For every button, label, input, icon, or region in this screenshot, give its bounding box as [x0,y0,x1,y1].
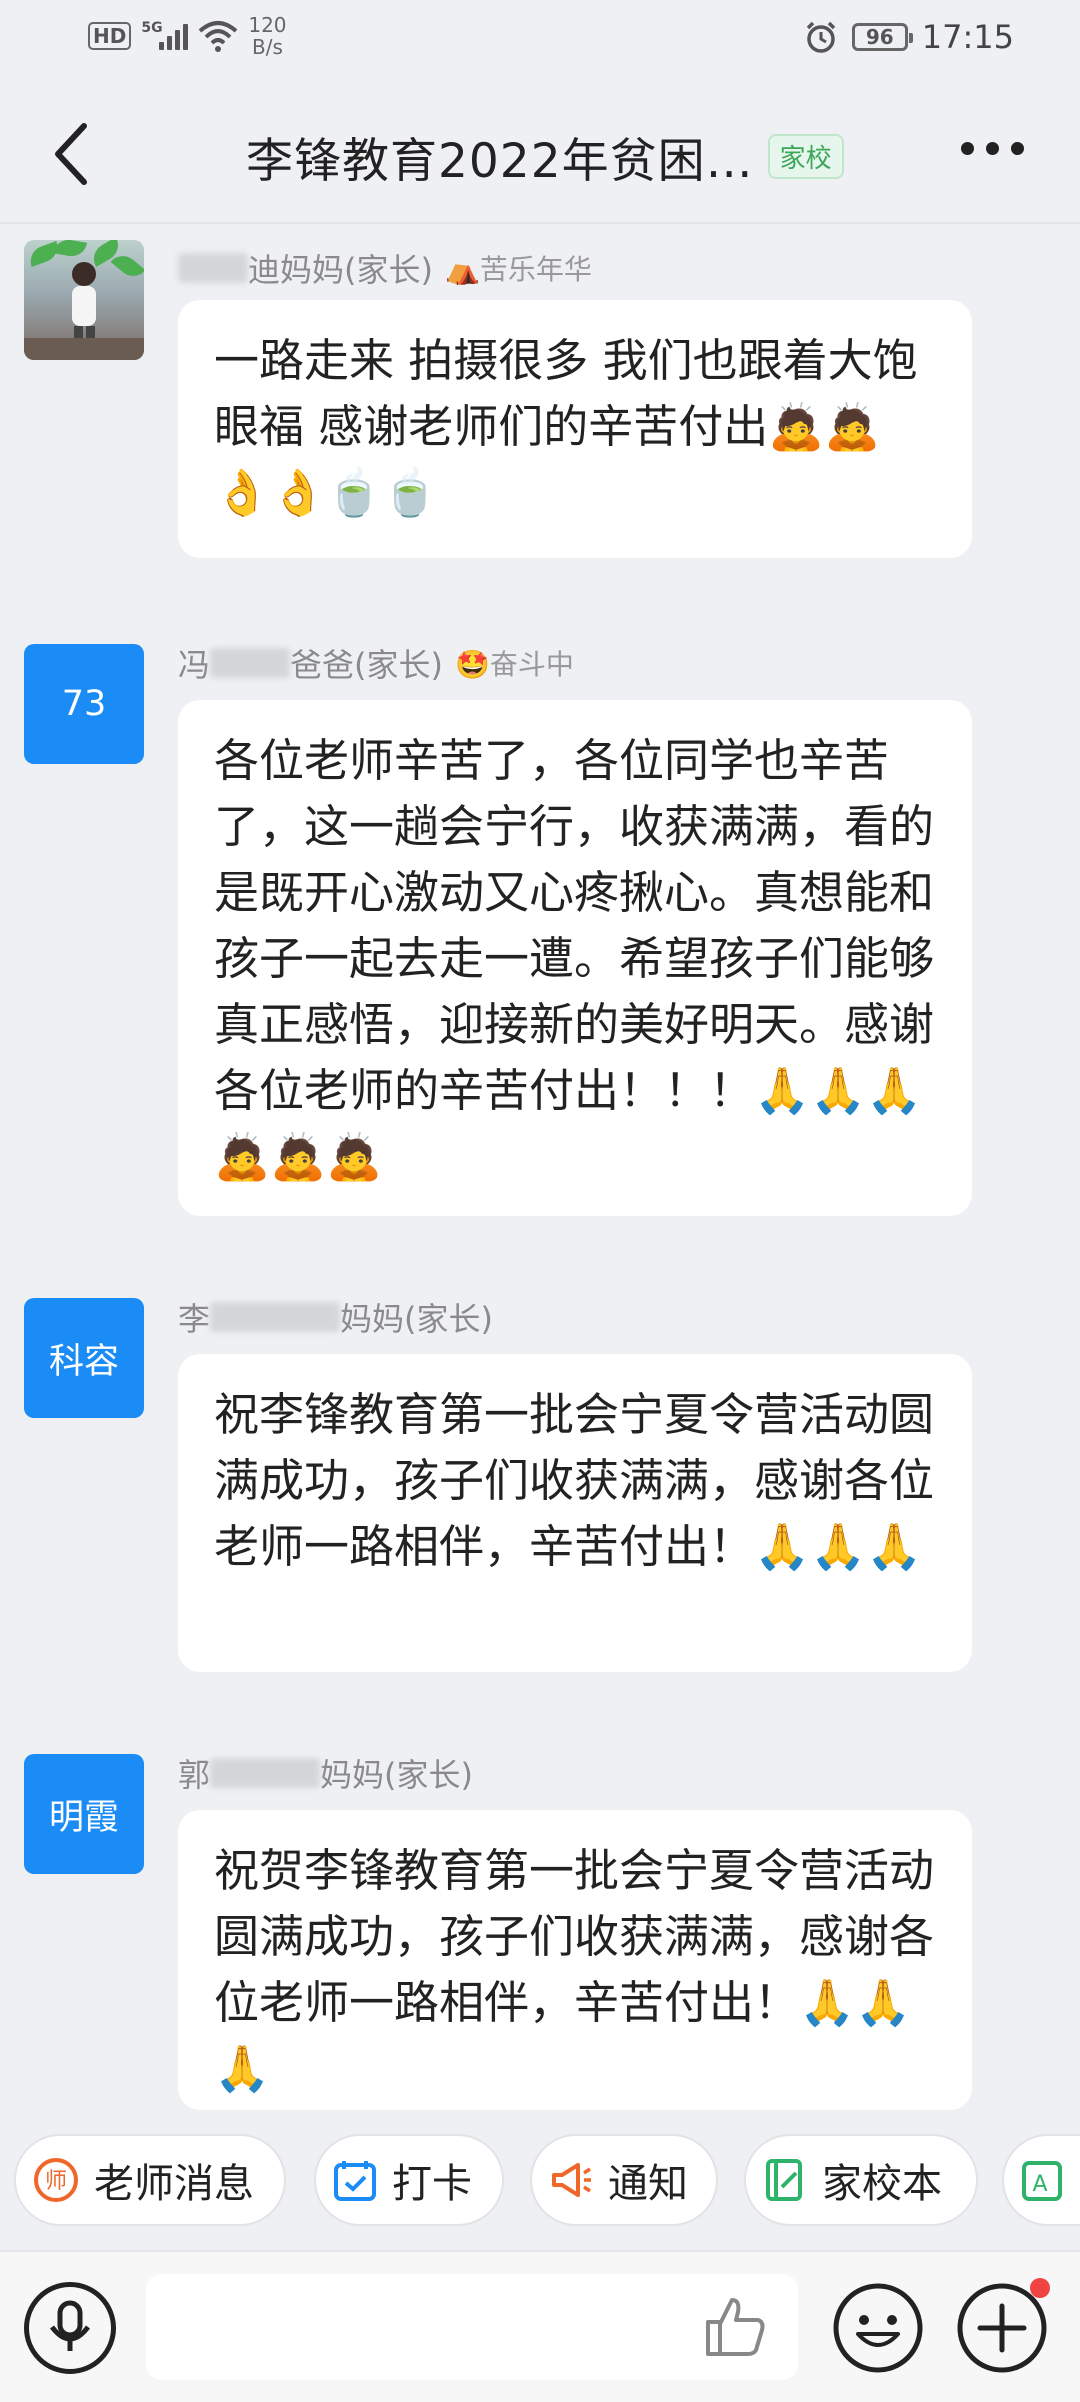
shortcut-more[interactable]: A [1002,2134,1080,2226]
voice-input-button[interactable] [24,2282,116,2374]
back-button[interactable] [44,118,104,190]
more-options-button[interactable] [961,142,1024,155]
wifi-icon [199,21,238,52]
checkin-icon [334,2161,376,2201]
chat-header: 李锋教育2022年贫困… 家校 [0,80,1080,220]
message-bubble[interactable]: 一路走来 拍摄很多 我们也跟着大饱眼福 感谢老师们的辛苦付出🙇🙇👌👌🍵🍵 [178,300,972,558]
member-badge: ⛺苦乐年华 [444,253,592,286]
sender-name: 李 妈妈(家长) [178,1300,493,1338]
notification-dot [1030,2278,1050,2298]
sender-name: 迪妈妈(家长) ⛺苦乐年华 [178,245,592,291]
notebook-icon [766,2159,802,2201]
avatar[interactable] [24,240,144,360]
svg-text:师: 师 [45,2169,67,2194]
avatar[interactable]: 73 [24,644,144,764]
ai-icon: A [1022,2161,1062,2201]
avatar[interactable]: 科容 [24,1298,144,1418]
sender-name: 郭 妈妈(家长) [178,1756,473,1794]
shortcut-notice[interactable]: 通知 [530,2134,718,2226]
shortcut-bar: 师 老师消息 打卡 通知 家校本 A [0,2118,1080,2228]
like-button[interactable] [700,2292,770,2362]
shortcut-home-school-book[interactable]: 家校本 [744,2134,978,2226]
avatar[interactable]: 明霞 [24,1754,144,1874]
megaphone-icon [552,2163,591,2197]
shortcut-checkin[interactable]: 打卡 [314,2134,504,2226]
svg-text:A: A [1032,2172,1047,2197]
battery-indicator: 96 [851,23,913,51]
status-bar: HD 5G 120 B/s 96 17:15 [0,0,1080,80]
header-divider [0,222,1080,224]
member-badge: 🤩奋斗中 [455,648,574,681]
shortcut-teacher-messages[interactable]: 师 老师消息 [14,2134,286,2226]
group-type-tag: 家校 [767,134,844,179]
input-bar [0,2250,1080,2402]
teacher-icon: 师 [34,2158,78,2202]
network-speed: 120 B/s [248,13,287,59]
message-bubble[interactable]: 祝李锋教育第一批会宁夏令营活动圆满成功，孩子们收获满满，感谢各位老师一路相伴，辛… [178,1354,972,1672]
sender-name: 冯 爸爸(家长) 🤩奋斗中 [178,640,574,686]
emoji-button[interactable] [832,2282,924,2374]
hd-indicator: HD [88,22,132,50]
clock: 17:15 [921,18,1014,56]
group-title[interactable]: 李锋教育2022年贫困… [246,122,754,191]
alarm-icon [806,21,836,53]
signal-icon: 5G [141,20,189,50]
message-bubble[interactable]: 祝贺李锋教育第一批会宁夏令营活动圆满成功，孩子们收获满满，感谢各位老师一路相伴，… [178,1810,972,2110]
microphone-icon [50,2300,90,2351]
message-bubble[interactable]: 各位老师辛苦了，各位同学也辛苦了，这一趟会宁行，收获满满，看的是既开心激动又心疼… [178,700,972,1216]
